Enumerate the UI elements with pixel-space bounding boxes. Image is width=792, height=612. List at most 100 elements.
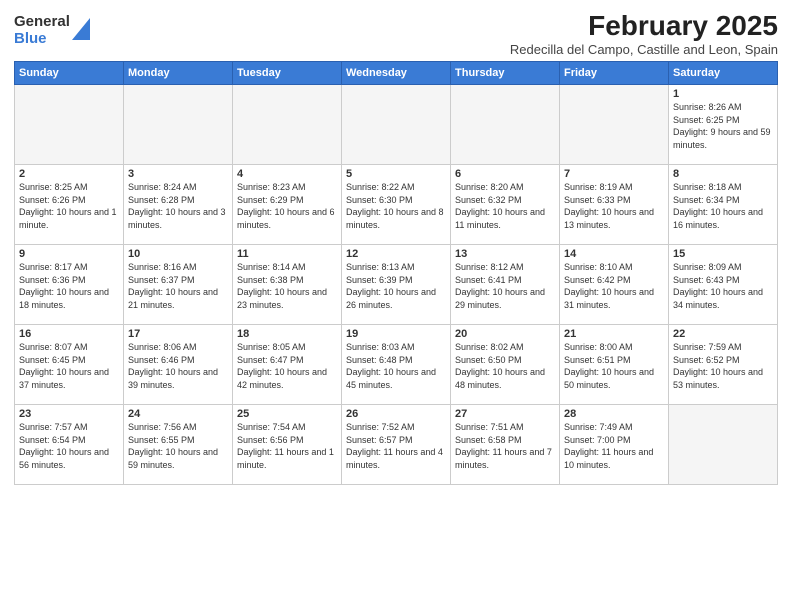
day-number: 14 [564, 248, 664, 260]
day-cell: 23 Sunrise: 7:57 AMSunset: 6:54 PMDaylig… [15, 405, 124, 485]
header-thursday: Thursday [451, 62, 560, 85]
day-cell: 8 Sunrise: 8:18 AMSunset: 6:34 PMDayligh… [669, 165, 778, 245]
day-info: Sunrise: 7:52 AMSunset: 6:57 PMDaylight:… [346, 422, 443, 470]
day-info: Sunrise: 8:13 AMSunset: 6:39 PMDaylight:… [346, 262, 436, 310]
day-number: 11 [237, 248, 337, 260]
day-info: Sunrise: 8:26 AMSunset: 6:25 PMDaylight:… [673, 102, 771, 150]
day-cell: 27 Sunrise: 7:51 AMSunset: 6:58 PMDaylig… [451, 405, 560, 485]
day-number: 1 [673, 88, 773, 100]
day-cell: 5 Sunrise: 8:22 AMSunset: 6:30 PMDayligh… [342, 165, 451, 245]
day-cell: 18 Sunrise: 8:05 AMSunset: 6:47 PMDaylig… [233, 325, 342, 405]
day-number: 5 [346, 168, 446, 180]
day-number: 25 [237, 408, 337, 420]
day-number: 13 [455, 248, 555, 260]
day-cell: 9 Sunrise: 8:17 AMSunset: 6:36 PMDayligh… [15, 245, 124, 325]
day-info: Sunrise: 7:56 AMSunset: 6:55 PMDaylight:… [128, 422, 218, 470]
header-saturday: Saturday [669, 62, 778, 85]
day-info: Sunrise: 7:51 AMSunset: 6:58 PMDaylight:… [455, 422, 552, 470]
day-cell: 10 Sunrise: 8:16 AMSunset: 6:37 PMDaylig… [124, 245, 233, 325]
day-cell: 6 Sunrise: 8:20 AMSunset: 6:32 PMDayligh… [451, 165, 560, 245]
day-number: 27 [455, 408, 555, 420]
day-cell: 16 Sunrise: 8:07 AMSunset: 6:45 PMDaylig… [15, 325, 124, 405]
day-number: 15 [673, 248, 773, 260]
logo-text: General Blue [14, 14, 70, 47]
logo-general: General [14, 14, 70, 31]
day-number: 21 [564, 328, 664, 340]
day-info: Sunrise: 8:14 AMSunset: 6:38 PMDaylight:… [237, 262, 327, 310]
day-info: Sunrise: 8:05 AMSunset: 6:47 PMDaylight:… [237, 342, 327, 390]
day-info: Sunrise: 7:49 AMSunset: 7:00 PMDaylight:… [564, 422, 653, 470]
logo: General Blue [14, 14, 90, 47]
day-cell: 25 Sunrise: 7:54 AMSunset: 6:56 PMDaylig… [233, 405, 342, 485]
weekday-header-row: Sunday Monday Tuesday Wednesday Thursday… [15, 62, 778, 85]
calendar-row: 16 Sunrise: 8:07 AMSunset: 6:45 PMDaylig… [15, 325, 778, 405]
day-number: 18 [237, 328, 337, 340]
day-info: Sunrise: 7:59 AMSunset: 6:52 PMDaylight:… [673, 342, 763, 390]
month-title: February 2025 [510, 10, 778, 42]
day-cell: 26 Sunrise: 7:52 AMSunset: 6:57 PMDaylig… [342, 405, 451, 485]
logo-icon [72, 18, 90, 40]
day-cell: 14 Sunrise: 8:10 AMSunset: 6:42 PMDaylig… [560, 245, 669, 325]
day-info: Sunrise: 8:18 AMSunset: 6:34 PMDaylight:… [673, 182, 763, 230]
day-cell: 4 Sunrise: 8:23 AMSunset: 6:29 PMDayligh… [233, 165, 342, 245]
day-info: Sunrise: 8:06 AMSunset: 6:46 PMDaylight:… [128, 342, 218, 390]
day-info: Sunrise: 8:17 AMSunset: 6:36 PMDaylight:… [19, 262, 109, 310]
day-number: 20 [455, 328, 555, 340]
calendar: Sunday Monday Tuesday Wednesday Thursday… [14, 61, 778, 485]
empty-cell [451, 85, 560, 165]
logo-blue: Blue [14, 31, 70, 48]
day-info: Sunrise: 8:07 AMSunset: 6:45 PMDaylight:… [19, 342, 109, 390]
day-info: Sunrise: 8:22 AMSunset: 6:30 PMDaylight:… [346, 182, 444, 230]
day-number: 8 [673, 168, 773, 180]
day-number: 6 [455, 168, 555, 180]
day-info: Sunrise: 8:24 AMSunset: 6:28 PMDaylight:… [128, 182, 226, 230]
page: General Blue February 2025 Redecilla del… [0, 0, 792, 612]
empty-cell [15, 85, 124, 165]
day-number: 9 [19, 248, 119, 260]
header-monday: Monday [124, 62, 233, 85]
day-info: Sunrise: 8:23 AMSunset: 6:29 PMDaylight:… [237, 182, 335, 230]
day-info: Sunrise: 8:02 AMSunset: 6:50 PMDaylight:… [455, 342, 545, 390]
day-cell: 12 Sunrise: 8:13 AMSunset: 6:39 PMDaylig… [342, 245, 451, 325]
day-info: Sunrise: 8:16 AMSunset: 6:37 PMDaylight:… [128, 262, 218, 310]
day-cell: 15 Sunrise: 8:09 AMSunset: 6:43 PMDaylig… [669, 245, 778, 325]
calendar-row: 2 Sunrise: 8:25 AMSunset: 6:26 PMDayligh… [15, 165, 778, 245]
day-cell: 1 Sunrise: 8:26 AMSunset: 6:25 PMDayligh… [669, 85, 778, 165]
day-number: 26 [346, 408, 446, 420]
day-info: Sunrise: 7:54 AMSunset: 6:56 PMDaylight:… [237, 422, 334, 470]
header-wednesday: Wednesday [342, 62, 451, 85]
header-sunday: Sunday [15, 62, 124, 85]
day-cell: 11 Sunrise: 8:14 AMSunset: 6:38 PMDaylig… [233, 245, 342, 325]
header: General Blue February 2025 Redecilla del… [14, 10, 778, 57]
title-block: February 2025 Redecilla del Campo, Casti… [510, 10, 778, 57]
day-info: Sunrise: 7:57 AMSunset: 6:54 PMDaylight:… [19, 422, 109, 470]
empty-cell [560, 85, 669, 165]
day-number: 28 [564, 408, 664, 420]
day-number: 19 [346, 328, 446, 340]
day-number: 17 [128, 328, 228, 340]
day-cell: 22 Sunrise: 7:59 AMSunset: 6:52 PMDaylig… [669, 325, 778, 405]
day-number: 4 [237, 168, 337, 180]
day-cell: 2 Sunrise: 8:25 AMSunset: 6:26 PMDayligh… [15, 165, 124, 245]
day-info: Sunrise: 8:19 AMSunset: 6:33 PMDaylight:… [564, 182, 654, 230]
day-cell: 3 Sunrise: 8:24 AMSunset: 6:28 PMDayligh… [124, 165, 233, 245]
day-number: 24 [128, 408, 228, 420]
empty-cell [669, 405, 778, 485]
day-info: Sunrise: 8:00 AMSunset: 6:51 PMDaylight:… [564, 342, 654, 390]
calendar-row: 1 Sunrise: 8:26 AMSunset: 6:25 PMDayligh… [15, 85, 778, 165]
location: Redecilla del Campo, Castille and Leon, … [510, 42, 778, 57]
day-number: 22 [673, 328, 773, 340]
day-number: 3 [128, 168, 228, 180]
day-number: 2 [19, 168, 119, 180]
day-info: Sunrise: 8:25 AMSunset: 6:26 PMDaylight:… [19, 182, 117, 230]
empty-cell [233, 85, 342, 165]
day-info: Sunrise: 8:20 AMSunset: 6:32 PMDaylight:… [455, 182, 545, 230]
day-cell: 20 Sunrise: 8:02 AMSunset: 6:50 PMDaylig… [451, 325, 560, 405]
day-cell: 21 Sunrise: 8:00 AMSunset: 6:51 PMDaylig… [560, 325, 669, 405]
day-cell: 24 Sunrise: 7:56 AMSunset: 6:55 PMDaylig… [124, 405, 233, 485]
day-number: 12 [346, 248, 446, 260]
day-number: 10 [128, 248, 228, 260]
day-info: Sunrise: 8:03 AMSunset: 6:48 PMDaylight:… [346, 342, 436, 390]
day-number: 7 [564, 168, 664, 180]
header-tuesday: Tuesday [233, 62, 342, 85]
